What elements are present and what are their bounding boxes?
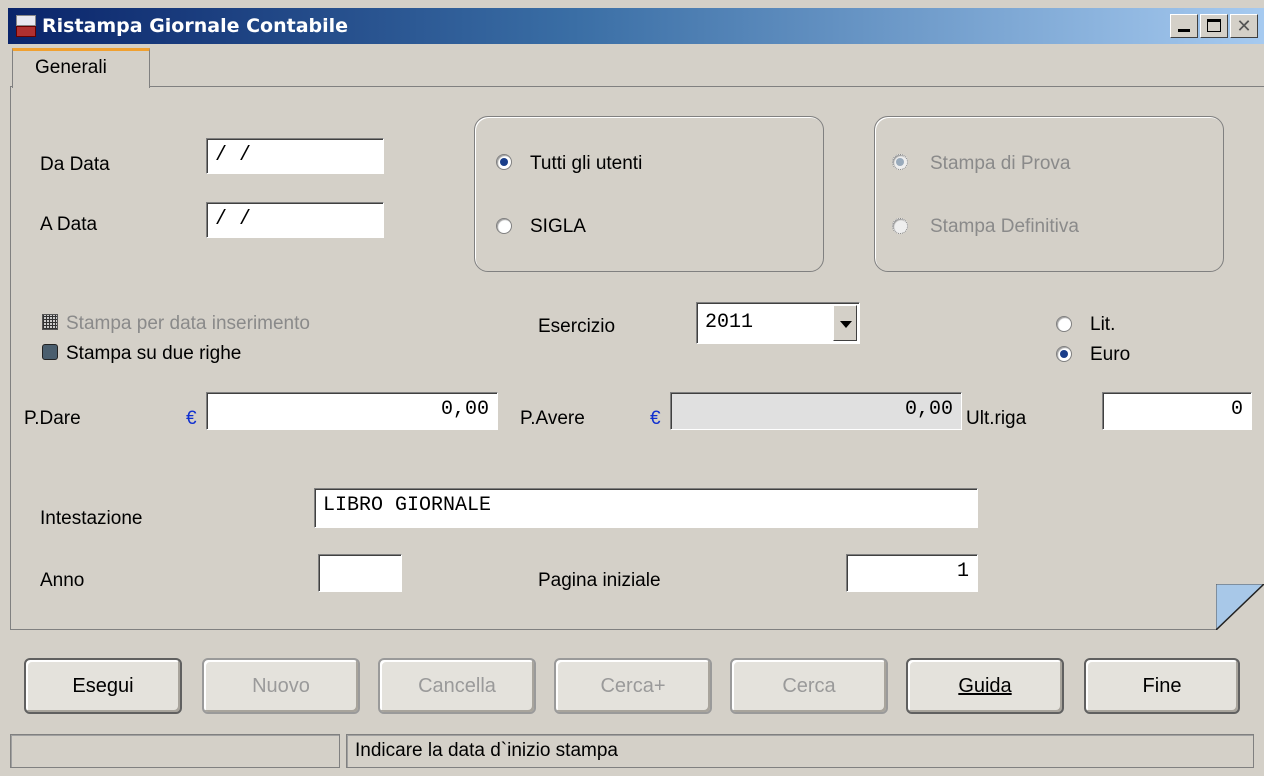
radio-sigla-label[interactable]: SIGLA <box>530 216 586 238</box>
cerca-plus-button[interactable]: Cerca+ <box>554 658 712 714</box>
radio-euro[interactable] <box>1056 346 1072 362</box>
app-icon <box>16 15 36 37</box>
p-dare-label: P.Dare <box>24 408 81 429</box>
users-group <box>474 116 824 272</box>
esercizio-value: 2011 <box>705 311 754 334</box>
window-title: Ristampa Giornale Contabile <box>42 15 349 37</box>
euro-icon: € <box>186 408 197 429</box>
title-bar: Ristampa Giornale Contabile ✕ <box>8 8 1264 44</box>
tab-generali[interactable]: Generali <box>12 48 150 88</box>
checkbox-stampa-per-data-label: Stampa per data inserimento <box>66 313 310 334</box>
radio-stampa-definitiva <box>892 218 908 234</box>
radio-euro-label[interactable]: Euro <box>1090 344 1130 366</box>
radio-lit[interactable] <box>1056 316 1072 332</box>
intestazione-field[interactable]: LIBRO GIORNALE <box>314 488 978 528</box>
close-icon: ✕ <box>1236 16 1252 36</box>
pagina-iniziale-label: Pagina iniziale <box>538 570 661 591</box>
checkbox-stampa-due-righe-label[interactable]: Stampa su due righe <box>66 343 241 365</box>
esegui-button[interactable]: Esegui <box>24 658 182 714</box>
a-data-label: A Data <box>40 214 98 235</box>
nuovo-button[interactable]: Nuovo <box>202 658 360 714</box>
anno-field[interactable] <box>318 554 402 592</box>
radio-tutti-utenti-label[interactable]: Tutti gli utenti <box>530 153 642 175</box>
radio-lit-label[interactable]: Lit. <box>1090 314 1115 336</box>
esercizio-label: Esercizio <box>538 316 616 337</box>
radio-tutti-utenti[interactable] <box>496 154 512 170</box>
maximize-icon <box>1207 19 1221 32</box>
intestazione-label: Intestazione <box>40 508 143 529</box>
print-mode-group <box>874 116 1224 272</box>
p-avere-field: 0,00 <box>670 392 962 430</box>
anno-label: Anno <box>40 570 85 591</box>
checkbox-stampa-due-righe[interactable] <box>42 344 58 360</box>
cancella-button[interactable]: Cancella <box>378 658 536 714</box>
radio-stampa-prova <box>892 154 908 170</box>
maximize-button[interactable] <box>1200 14 1228 38</box>
minimize-button[interactable] <box>1170 14 1198 38</box>
radio-sigla[interactable] <box>496 218 512 234</box>
radio-stampa-definitiva-label: Stampa Definitiva <box>930 216 1079 237</box>
cerca-button[interactable]: Cerca <box>730 658 888 714</box>
p-dare-field[interactable]: 0,00 <box>206 392 498 430</box>
a-data-field[interactable]: / / <box>206 202 384 238</box>
da-data-label: Da Data <box>40 154 110 175</box>
status-message: Indicare la data d`inizio stampa <box>346 734 1254 768</box>
guida-button[interactable]: Guida <box>906 658 1064 714</box>
tab-label: Generali <box>35 57 107 78</box>
radio-stampa-prova-label: Stampa di Prova <box>930 153 1071 174</box>
close-button[interactable]: ✕ <box>1230 14 1258 38</box>
minimize-icon <box>1178 29 1190 32</box>
da-data-field[interactable]: / / <box>206 138 384 174</box>
pagina-iniziale-field[interactable]: 1 <box>846 554 978 592</box>
ult-riga-field[interactable]: 0 <box>1102 392 1252 430</box>
fine-button[interactable]: Fine <box>1084 658 1240 714</box>
chevron-down-icon[interactable] <box>833 305 857 341</box>
status-left <box>10 734 340 768</box>
guida-label: Guida <box>958 675 1012 697</box>
page-curl-icon[interactable] <box>1216 584 1264 630</box>
euro-icon: € <box>650 408 661 429</box>
ult-riga-label: Ult.riga <box>966 408 1027 429</box>
p-avere-label: P.Avere <box>520 408 585 429</box>
checkbox-stampa-per-data <box>42 314 58 330</box>
esercizio-select[interactable]: 2011 <box>696 302 860 344</box>
